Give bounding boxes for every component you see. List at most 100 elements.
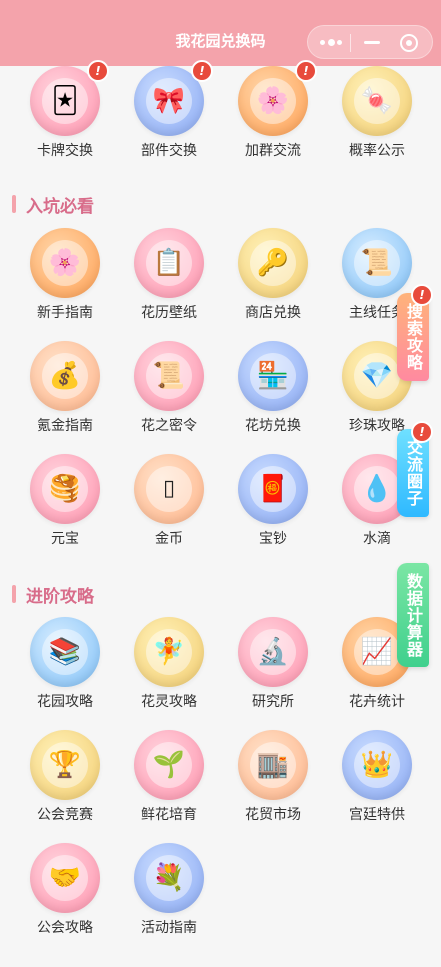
item-label: 花贸市场 [245,807,301,823]
handshake-icon: 🤝 [42,855,88,901]
grid-item-part-exchange[interactable]: 🎀 ! 部件交换 [117,60,221,166]
alert-badge-icon: ! [87,60,109,82]
grid-item-flower-shop[interactable]: 🏪 花坊兑换 [221,341,325,441]
sprout-icon: 🌱 [146,742,192,788]
shop-icon: 🏪 [250,353,296,399]
grid-item-secret-code[interactable]: 📜 花之密令 [117,341,221,441]
item-circle: 📜 [134,341,204,411]
grid-item-banknote[interactable]: 🧧 宝钞 [221,454,325,554]
item-circle: 🧚 [134,617,204,687]
alert-badge-icon: ! [191,60,213,82]
chart-icon: 📈 [354,629,400,675]
top-bar: 我花园兑换码 [0,0,441,66]
alert-badge-icon: ! [295,60,317,82]
item-circle: 💐 [134,843,204,913]
grid-item-guild-guide[interactable]: 🤝 公会攻略 [13,843,117,943]
gem-icon: 💎 [354,353,400,399]
item-label: 商店兑换 [245,305,301,321]
item-label: 宝钞 [259,531,287,547]
candy-icon: 🍬 [354,78,400,124]
grid-item-yuanbao[interactable]: 🥞 元宝 [13,454,117,554]
pancake-icon: 🥞 [42,466,88,512]
flower-icon: 🌸 [42,240,88,286]
item-label: 概率公示 [349,143,405,159]
grid-item-join-group[interactable]: 🌸 ! 加群交流 [221,60,325,166]
item-circle: 🏪 [238,341,308,411]
item-label: 卡牌交换 [37,143,93,159]
item-label: 新手指南 [37,305,93,321]
trophy-icon: 🏆 [42,742,88,788]
item-circle: ▯ [134,454,204,524]
grid-item-pay-guide[interactable]: 💰 氪金指南 [13,341,117,441]
item-label: 加群交流 [245,143,301,159]
item-circle: 🍬 [342,66,412,136]
item-circle: 🏬 [238,730,308,800]
alert-badge-icon: ! [411,284,433,306]
alert-badge-icon: ! [411,421,433,443]
item-label: 公会攻略 [37,920,93,936]
item-label: 宫廷特供 [349,807,405,823]
item-label: 氪金指南 [37,418,93,434]
grid-item-flower-breeding[interactable]: 🌱 鲜花培育 [117,730,221,830]
fairy-icon: 🧚 [146,629,192,675]
item-label: 活动指南 [141,920,197,936]
grid-item-event-guide[interactable]: 💐 活动指南 [117,843,221,943]
item-label: 金币 [155,531,183,547]
more-icon[interactable] [320,39,342,46]
item-label: 花之密令 [141,418,197,434]
mini-program-capsule [307,25,433,59]
item-label: 花灵攻略 [141,694,197,710]
grid-item-probability[interactable]: 🍬 概率公示 [325,66,429,166]
item-label: 花园攻略 [37,694,93,710]
item-circle: 📚 [30,617,100,687]
grid-item-royal-supply[interactable]: 👑 宫廷特供 [325,730,429,830]
item-label: 鲜花培育 [141,807,197,823]
scroll-icon: 📜 [354,240,400,286]
item-circle: 💰 [30,341,100,411]
item-label: 水滴 [363,531,391,547]
grid-item-shop-exchange[interactable]: 🔑 商店兑换 [221,228,325,328]
section-title-beginner: 入坑必看 [12,193,94,217]
float-tab-data-calculator[interactable]: 数据计算器 [397,563,429,667]
item-label: 公会竞赛 [37,807,93,823]
close-target-icon[interactable] [400,34,418,52]
item-circle: 👑 [342,730,412,800]
item-label: 花坊兑换 [245,418,301,434]
item-circle: 🔬 [238,617,308,687]
grid-item-card-exchange[interactable]: 🃏 ! 卡牌交换 [13,60,117,166]
grid-item-newbie-guide[interactable]: 🌸 新手指南 [13,228,117,328]
minimize-icon[interactable] [364,41,380,44]
item-label: 研究所 [252,694,294,710]
microscope-icon: 🔬 [250,629,296,675]
item-circle: 📋 [134,228,204,298]
card-icon: 🃏 [42,78,88,124]
section-title-advanced: 进阶攻略 [12,583,94,607]
flower-icon: 🌸 [250,78,296,124]
grid-item-spirit-guide[interactable]: 🧚 花灵攻略 [117,617,221,717]
item-circle: 🧧 [238,454,308,524]
grid-item-gold-coin[interactable]: ▯ 金币 [117,454,221,554]
clipboard-icon: 📋 [146,240,192,286]
crown-icon: 👑 [354,742,400,788]
item-circle: 🥞 [30,454,100,524]
item-label: 花卉统计 [349,694,405,710]
building-icon: 🏬 [250,742,296,788]
item-circle: 📜 [342,228,412,298]
books-icon: 📚 [42,629,88,675]
grid-item-research[interactable]: 🔬 研究所 [221,617,325,717]
content: 🃏 ! 卡牌交换 🎀 ! 部件交换 🌸 ! 加群交流 🍬 概率公示 入坑必看 🌸… [0,60,441,967]
scroll-icon: 📜 [146,353,192,399]
grid-item-trade-market[interactable]: 🏬 花贸市场 [221,730,325,830]
float-tab-search-guide[interactable]: 搜索攻略 [397,293,429,381]
key-icon: 🔑 [250,240,296,286]
droplet-icon: 💧 [354,466,400,512]
bouquet-icon: 💐 [146,855,192,901]
item-label: 花历壁纸 [141,305,197,321]
item-circle: 🤝 [30,843,100,913]
item-circle: 🌸 [30,228,100,298]
item-label: 部件交换 [141,143,197,159]
grid-item-wallpaper[interactable]: 📋 花历壁纸 [117,228,221,328]
item-circle: 🏆 [30,730,100,800]
grid-item-garden-guide[interactable]: 📚 花园攻略 [13,617,117,717]
grid-item-guild-contest[interactable]: 🏆 公会竞赛 [13,730,117,830]
